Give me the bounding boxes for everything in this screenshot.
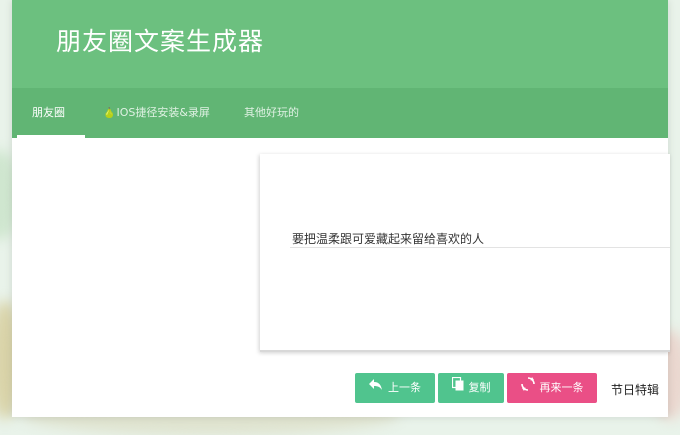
refresh-icon	[520, 373, 535, 403]
tab-ios-shortcuts-label: IOS捷径安装&录屏	[116, 106, 210, 119]
copywriting-text: 要把温柔跟可爱藏起来留给喜欢的人	[292, 232, 485, 246]
next-button-label: 再来一条	[539, 381, 584, 394]
page-title: 朋友圈文案生成器	[56, 27, 265, 56]
festival-special-link[interactable]: 节日特辑	[611, 381, 659, 398]
tab-bar: 朋友圈 🍐IOS捷径安装&录屏 其他好玩的	[12, 88, 668, 138]
app-window: 朋友圈文案生成器 朋友圈 🍐IOS捷径安装&录屏 其他好玩的 要把温柔跟可爱藏起…	[12, 0, 670, 417]
copy-button-label: 复制	[468, 381, 491, 394]
tab-other-fun-label: 其他好玩的	[244, 106, 299, 119]
copy-icon	[451, 373, 464, 403]
previous-button-label: 上一条	[388, 381, 421, 394]
left-pane	[12, 138, 260, 417]
pear-icon: 🍐	[103, 108, 116, 119]
divider	[290, 247, 670, 248]
tab-other-fun[interactable]: 其他好玩的	[244, 88, 299, 138]
tab-moments[interactable]: 朋友圈	[32, 88, 65, 138]
tab-moments-label: 朋友圈	[32, 106, 65, 119]
tab-ios-shortcuts[interactable]: 🍐IOS捷径安装&录屏	[103, 88, 210, 138]
next-button[interactable]: 再来一条	[507, 373, 597, 403]
reply-arrow-icon	[369, 373, 383, 403]
previous-button[interactable]: 上一条	[355, 373, 435, 403]
header: 朋友圈文案生成器	[12, 0, 668, 88]
copywriting-card: 要把温柔跟可爱藏起来留给喜欢的人	[260, 154, 670, 352]
copy-button[interactable]: 复制	[438, 373, 504, 403]
main-content: 要把温柔跟可爱藏起来留给喜欢的人 上一条 复制 再来一条 节日特辑	[12, 138, 670, 417]
